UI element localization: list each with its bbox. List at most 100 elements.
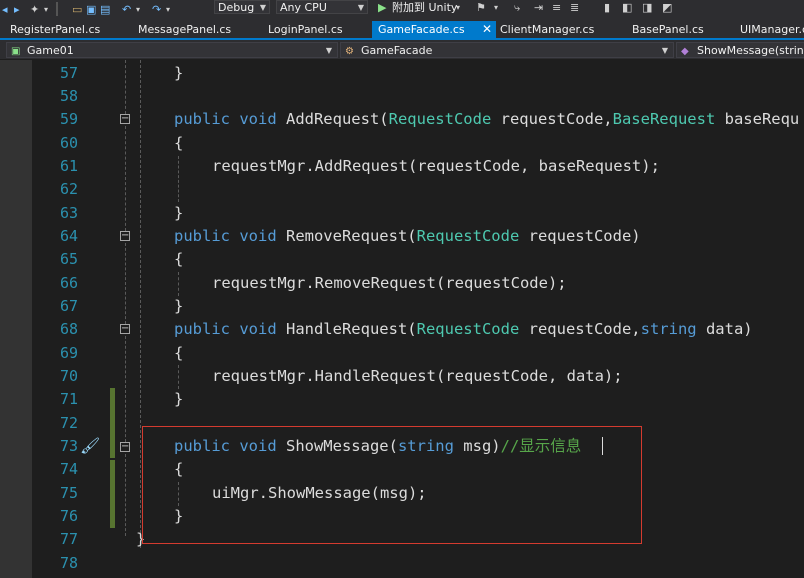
prev-bookmark-icon[interactable]: ◧ [622, 0, 632, 16]
tab-loginpanel[interactable]: LoginPanel.cs [258, 21, 372, 38]
code-line-66: requestMgr.RemoveRequest(requestCode); [212, 274, 567, 292]
line-number: 66 [59, 274, 78, 292]
line-number: 78 [59, 554, 78, 572]
bookmark-icon[interactable]: ▮ [604, 0, 610, 16]
code-line-70: requestMgr.HandleRequest(requestCode, da… [212, 367, 623, 385]
line-number: 64 [59, 227, 78, 245]
collapse-icon[interactable]: − [120, 324, 130, 334]
save-icon[interactable]: ▣ [86, 2, 96, 18]
code-line-64: public void RemoveRequest(RequestCode re… [174, 227, 641, 245]
line-number: 70 [59, 367, 78, 385]
back-icon[interactable]: ◂ [2, 2, 8, 18]
code-line-57: } [174, 64, 184, 82]
line-number: 76 [59, 507, 78, 525]
class-dropdown-value: GameFacade [361, 44, 433, 57]
code-line-60: { [174, 134, 184, 152]
find-icon[interactable]: ⚑ [476, 0, 486, 16]
config-value: Debug [218, 1, 255, 14]
save-all-icon[interactable]: ▤ [100, 2, 110, 18]
code-editor[interactable]: 57 58 59 60 61 62 63 64 65 66 67 68 69 7… [0, 60, 804, 578]
line-number: 77 [59, 530, 78, 548]
attach-dropdown-icon[interactable]: ▾ [456, 0, 460, 16]
separator [56, 2, 58, 16]
tab-uimanager[interactable]: UIManager.cs [730, 21, 804, 38]
next-bookmark-icon[interactable]: ◨ [642, 0, 652, 16]
chevron-down-icon: ▼ [661, 46, 668, 55]
tab-registerpanel[interactable]: RegisterPanel.cs [0, 21, 128, 38]
toolbar: ◂ ▸ ✦ ▾ ▭ ▣ ▤ ↶ ▾ ↷ ▾ Debug ▼ Any CPU ▼ ▶ … [0, 0, 804, 21]
dropdown-icon[interactable]: ▾ [44, 2, 48, 18]
indent-guide [178, 365, 179, 389]
line-number: 61 [59, 157, 78, 175]
tab-gamefacade-label: GameFacade.cs [378, 23, 465, 36]
code-line-59: public void AddRequest(RequestCode reque… [174, 110, 800, 128]
collapse-icon[interactable]: − [120, 114, 130, 124]
tab-basepanel[interactable]: BasePanel.cs [622, 21, 732, 38]
project-icon: ▣ [11, 46, 21, 57]
code-line-67: } [174, 297, 184, 315]
new-project-icon[interactable]: ✦ [30, 2, 39, 18]
code-line-65: { [174, 250, 184, 268]
platform-value: Any CPU [280, 1, 327, 14]
collapse-icon[interactable]: − [120, 442, 130, 452]
tab-gamefacade[interactable]: GameFacade.cs ✕ [372, 21, 496, 38]
code-line-61: requestMgr.AddRequest(requestCode, baseR… [212, 157, 660, 175]
forward-icon[interactable]: ▸ [14, 2, 20, 18]
tab-messagepanel[interactable]: MessagePanel.cs [128, 21, 254, 38]
line-number: 74 [59, 460, 78, 478]
line-number: 58 [59, 87, 78, 105]
clear-bookmarks-icon[interactable]: ◩ [662, 0, 672, 16]
play-icon[interactable]: ▶ [378, 0, 386, 16]
change-indicator [110, 388, 115, 458]
comment-icon[interactable]: ≡ [552, 0, 561, 16]
collapse-icon[interactable]: − [120, 231, 130, 241]
redo-dropdown-icon[interactable]: ▾ [166, 2, 170, 18]
undo-icon[interactable]: ↶ [122, 2, 131, 18]
line-number: 75 [59, 484, 78, 502]
tab-clientmanager[interactable]: ClientManager.cs [490, 21, 620, 38]
quick-actions-icon[interactable]: 🖌 [80, 436, 100, 455]
navigation-bar: ▣ Game01 ▼ ⚙ GameFacade ▼ ◆ ShowMessage(… [0, 40, 804, 59]
config-select[interactable]: Debug ▼ [214, 0, 270, 14]
line-number: 68 [59, 320, 78, 338]
code-line-63: } [174, 204, 184, 222]
outline-guide [125, 126, 126, 231]
indent-guide [140, 60, 141, 548]
uncomment-icon[interactable]: ≣ [570, 0, 579, 16]
outline-guide [125, 336, 126, 442]
line-number: 62 [59, 180, 78, 198]
member-dropdown[interactable]: ◆ ShowMessage(string [676, 42, 804, 58]
undo-dropdown-icon[interactable]: ▾ [136, 2, 140, 18]
class-dropdown[interactable]: ⚙ GameFacade ▼ [340, 42, 674, 58]
redo-icon[interactable]: ↷ [152, 2, 161, 18]
project-dropdown[interactable]: ▣ Game01 ▼ [6, 42, 338, 58]
line-number: 59 [59, 110, 78, 128]
attach-unity-button[interactable]: 附加到 Unity [392, 0, 457, 16]
platform-select[interactable]: Any CPU ▼ [276, 0, 368, 14]
line-number: 65 [59, 250, 78, 268]
line-number: 60 [59, 134, 78, 152]
indent-guide [178, 272, 179, 296]
project-dropdown-value: Game01 [27, 44, 74, 57]
chevron-down-icon: ▼ [325, 46, 332, 55]
chevron-down-icon: ▼ [259, 3, 266, 12]
line-number: 67 [59, 297, 78, 315]
indent-icon[interactable]: ⇥ [534, 0, 543, 16]
line-number: 57 [59, 64, 78, 82]
step-icon[interactable]: ⤷ [514, 0, 520, 16]
line-number: 63 [59, 204, 78, 222]
line-number: 73 [59, 437, 78, 455]
method-icon: ◆ [681, 46, 689, 57]
indent-guide [178, 156, 179, 202]
outline-guide [125, 454, 126, 536]
line-number: 71 [59, 390, 78, 408]
code-line-68: public void HandleRequest(RequestCode re… [174, 320, 753, 338]
open-file-icon[interactable]: ▭ [72, 2, 82, 18]
find-dropdown-icon[interactable]: ▾ [494, 0, 498, 16]
code-line-71: } [174, 390, 184, 408]
line-number: 72 [59, 414, 78, 432]
line-number: 69 [59, 344, 78, 362]
change-indicator [110, 460, 115, 528]
highlight-box [142, 426, 642, 544]
chevron-down-icon: ▼ [357, 3, 364, 12]
